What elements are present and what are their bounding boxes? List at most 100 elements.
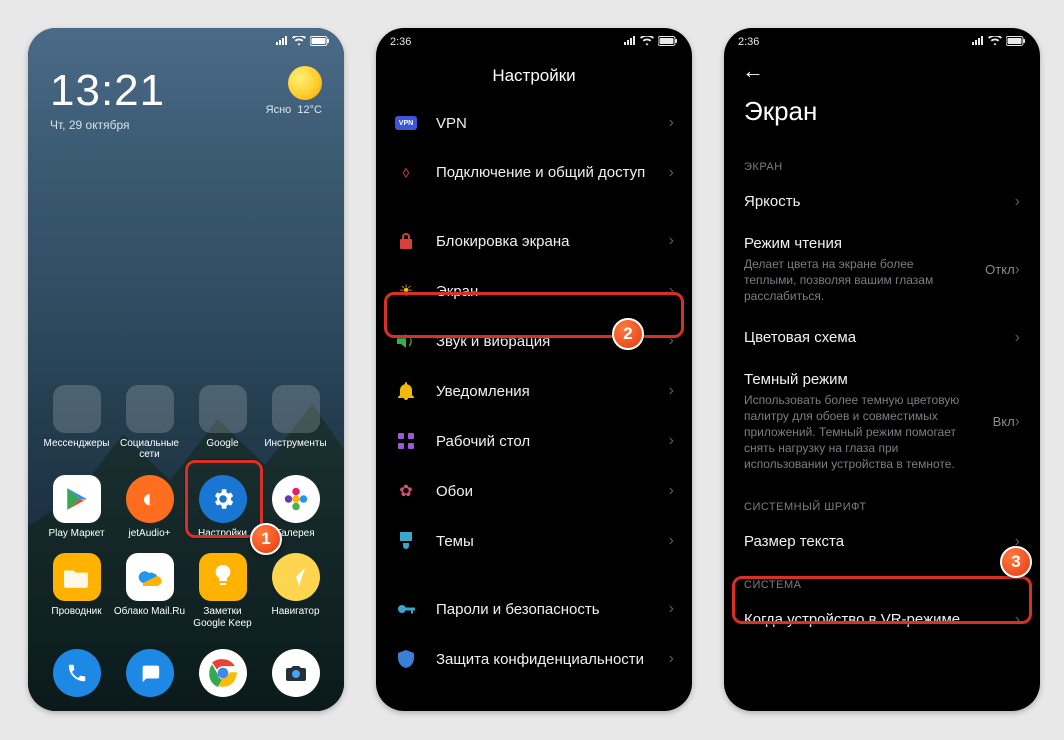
app-navigator[interactable]: Навигатор (259, 553, 332, 629)
row-themes[interactable]: Темы › (376, 516, 692, 566)
row-text-size[interactable]: Размер текста › (724, 521, 1040, 563)
row-label: VPN (436, 115, 663, 132)
folder-tools[interactable]: Инструменты (259, 385, 332, 461)
section-screen: ЭКРАН (724, 145, 1040, 181)
bell-icon (394, 379, 418, 403)
status-time: 2:36 (738, 36, 759, 48)
app-label: Инструменты (264, 438, 326, 450)
row-connection-sharing[interactable]: ⬨ Подключение и общий доступ › (376, 148, 692, 198)
clock-weather-widget[interactable]: 13:21 Чт, 29 октября Ясно 12°C (28, 52, 344, 132)
row-privacy[interactable]: Защита конфиденциальности › (376, 634, 692, 684)
page-title: Экран (724, 88, 1040, 145)
row-security[interactable]: Пароли и безопасность › (376, 584, 692, 634)
app-explorer[interactable]: Проводник (40, 553, 113, 629)
app-label: Мессенджеры (44, 438, 110, 450)
wifi-icon (640, 36, 654, 49)
row-label: Обои (436, 483, 663, 500)
chevron-right-icon: › (669, 600, 674, 618)
app-google-keep[interactable]: Заметки Google Keep (186, 553, 259, 629)
app-play-market[interactable]: Play Маркет (40, 475, 113, 540)
app-label: Настройки (198, 528, 247, 540)
app-settings[interactable]: Настройки (186, 475, 259, 540)
chevron-right-icon: › (669, 114, 674, 132)
app-label: Проводник (51, 606, 101, 618)
chevron-right-icon: › (1015, 261, 1020, 279)
row-label: Экран (436, 283, 663, 300)
chevron-right-icon: › (669, 482, 674, 500)
row-label: Размер текста (744, 533, 1015, 550)
row-label: Когда устройство в VR-режиме (744, 611, 1015, 628)
row-desktop[interactable]: Рабочий стол › (376, 416, 692, 466)
folder-messengers[interactable]: Мессенджеры (40, 385, 113, 461)
folder-google[interactable]: Google (186, 385, 259, 461)
dock-camera[interactable] (272, 649, 320, 697)
app-label: Социальные сети (113, 438, 186, 461)
key-icon (394, 597, 418, 621)
app-gallery[interactable]: Галерея (259, 475, 332, 540)
signal-icon (276, 36, 288, 49)
app-label: Навигатор (271, 606, 319, 618)
row-label: Цветовая схема (744, 329, 1015, 346)
app-mailru-cloud[interactable]: Облако Mail.Ru (113, 553, 186, 629)
row-sound[interactable]: Звук и вибрация › (376, 316, 692, 366)
weather-sun-icon (288, 66, 322, 100)
row-label: Рабочий стол (436, 433, 663, 450)
row-notifications[interactable]: Уведомления › (376, 366, 692, 416)
row-vr-mode[interactable]: Когда устройство в VR-режиме › (724, 599, 1040, 641)
app-jetaudio[interactable]: ◐ jetAudio+ (113, 475, 186, 540)
back-arrow-icon[interactable]: ← (742, 58, 764, 84)
row-label: Темный режим (744, 371, 985, 388)
signal-icon (624, 36, 636, 49)
row-dark-mode[interactable]: Темный режим Использовать более темную ц… (724, 359, 1040, 485)
sun-icon: ☀ (394, 279, 418, 303)
dock-messages[interactable] (126, 649, 174, 697)
chevron-right-icon: › (669, 432, 674, 450)
row-label: Уведомления (436, 383, 663, 400)
row-reading-mode[interactable]: Режим чтения Делает цвета на экране боле… (724, 223, 1040, 317)
app-label: Play Маркет (48, 528, 104, 540)
dock-phone[interactable] (53, 649, 101, 697)
lock-icon (394, 229, 418, 253)
weather-widget[interactable]: Ясно 12°C (266, 66, 322, 116)
row-label: Подключение и общий доступ (436, 164, 663, 183)
weather-text: Ясно 12°C (266, 104, 322, 116)
dock-chrome[interactable] (199, 649, 247, 697)
shield-icon (394, 647, 418, 671)
vpn-icon: VPN (394, 111, 418, 135)
chevron-right-icon: › (669, 532, 674, 550)
chevron-right-icon: › (1015, 193, 1020, 211)
row-color-scheme[interactable]: Цветовая схема › (724, 317, 1040, 359)
status-time: 2:36 (390, 36, 411, 48)
chevron-right-icon: › (669, 332, 674, 350)
chevron-right-icon: › (669, 164, 674, 182)
row-vpn[interactable]: VPN VPN › (376, 98, 692, 148)
folder-social[interactable]: Социальные сети (113, 385, 186, 461)
chevron-right-icon: › (1015, 413, 1020, 431)
signal-icon (972, 36, 984, 49)
chevron-right-icon: › (669, 382, 674, 400)
row-lock-screen[interactable]: Блокировка экрана › (376, 216, 692, 266)
row-wallpaper[interactable]: ✿ Обои › (376, 466, 692, 516)
app-label: Галерея (276, 528, 314, 540)
row-display[interactable]: ☀ Экран › (376, 266, 692, 316)
chevron-right-icon: › (1015, 329, 1020, 347)
row-status: Вкл (993, 414, 1015, 429)
dock (28, 639, 344, 711)
app-label: Облако Mail.Ru (114, 606, 185, 618)
status-bar (28, 28, 344, 52)
battery-icon (658, 36, 678, 49)
row-label: Темы (436, 533, 663, 550)
back-row: ← (724, 52, 1040, 88)
clock-time: 13:21 (50, 66, 165, 116)
chevron-right-icon: › (1015, 611, 1020, 629)
row-brightness[interactable]: Яркость › (724, 181, 1040, 223)
page-title: Настройки (376, 52, 692, 98)
wifi-icon (292, 36, 306, 49)
sound-icon (394, 329, 418, 353)
row-label: Звук и вибрация (436, 333, 663, 350)
battery-icon (310, 36, 330, 49)
row-label: Пароли и безопасность (436, 601, 663, 618)
section-font: СИСТЕМНЫЙ ШРИФТ (724, 485, 1040, 521)
app-label: Google (206, 438, 238, 450)
row-label: Режим чтения (744, 235, 977, 252)
